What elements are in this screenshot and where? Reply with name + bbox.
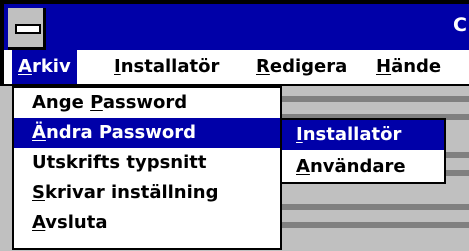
menu-installator-label: nstallatör [120, 56, 220, 77]
menu-redigera[interactable]: Redigera [250, 50, 353, 84]
menu-item-andra-password[interactable]: Ändra Password [14, 118, 280, 148]
menu-handelser-accel: H [376, 56, 392, 77]
menu-item-accel: S [32, 182, 45, 203]
background-bar [282, 222, 469, 228]
menu-arkiv-accel: A [18, 56, 32, 77]
system-menu-button[interactable] [8, 8, 46, 50]
title-bar[interactable]: C [0, 0, 469, 50]
menu-item-avsluta[interactable]: Avsluta [14, 208, 280, 238]
menu-redigera-label: edigera [269, 56, 348, 77]
menu-item-accel: A [32, 212, 46, 233]
menu-handelser[interactable]: Hände [370, 50, 447, 84]
submenu-item-accel: A [296, 156, 310, 177]
menu-item-text: vsluta [45, 212, 108, 233]
background-bar [446, 170, 469, 176]
window-title: C [453, 14, 467, 36]
menu-item-text: Utskrifts typsnitt [32, 152, 207, 173]
menu-item-ange-password[interactable]: Ange Password [14, 88, 280, 118]
submenu-item-text: nvändare [309, 156, 406, 177]
menu-item-utskrifts-typsnitt[interactable]: Utskrifts typsnitt [14, 148, 280, 178]
menu-arkiv-label: rkiv [31, 56, 71, 77]
background-bar [282, 96, 469, 102]
andra-password-submenu: Installatör Användare [280, 118, 446, 184]
menu-item-accel: Ä [32, 122, 46, 143]
submenu-item-anvandare[interactable]: Användare [282, 152, 444, 182]
menu-redigera-accel: R [256, 56, 270, 77]
submenu-item-text: nstallatör [302, 124, 402, 145]
menu-handelser-label: ände [391, 56, 442, 77]
application-window: C Arkiv Installatör Redigera Hände Ange … [0, 0, 469, 251]
menu-arkiv[interactable]: Arkiv [12, 50, 77, 84]
menu-item-text: Ange [32, 92, 91, 113]
arkiv-dropdown-menu: Ange Password Ändra Password Utskrifts t… [12, 86, 282, 250]
background-bar [446, 152, 469, 158]
menu-item-text: krivar inställning [44, 182, 219, 203]
menu-installator[interactable]: Installatör [108, 50, 225, 84]
menu-bar: Arkiv Installatör Redigera Hände [0, 50, 469, 86]
submenu-item-accel: I [296, 124, 303, 145]
submenu-item-installator[interactable]: Installatör [282, 120, 444, 150]
system-menu-icon [15, 24, 41, 34]
menu-item-text: assword [102, 92, 188, 113]
menu-installator-accel: I [114, 56, 121, 77]
menu-item-accel: P [90, 92, 103, 113]
background-bar [282, 204, 469, 210]
menu-item-skrivar-installning[interactable]: Skrivar inställning [14, 178, 280, 208]
menu-item-text: ndra Password [45, 122, 196, 143]
